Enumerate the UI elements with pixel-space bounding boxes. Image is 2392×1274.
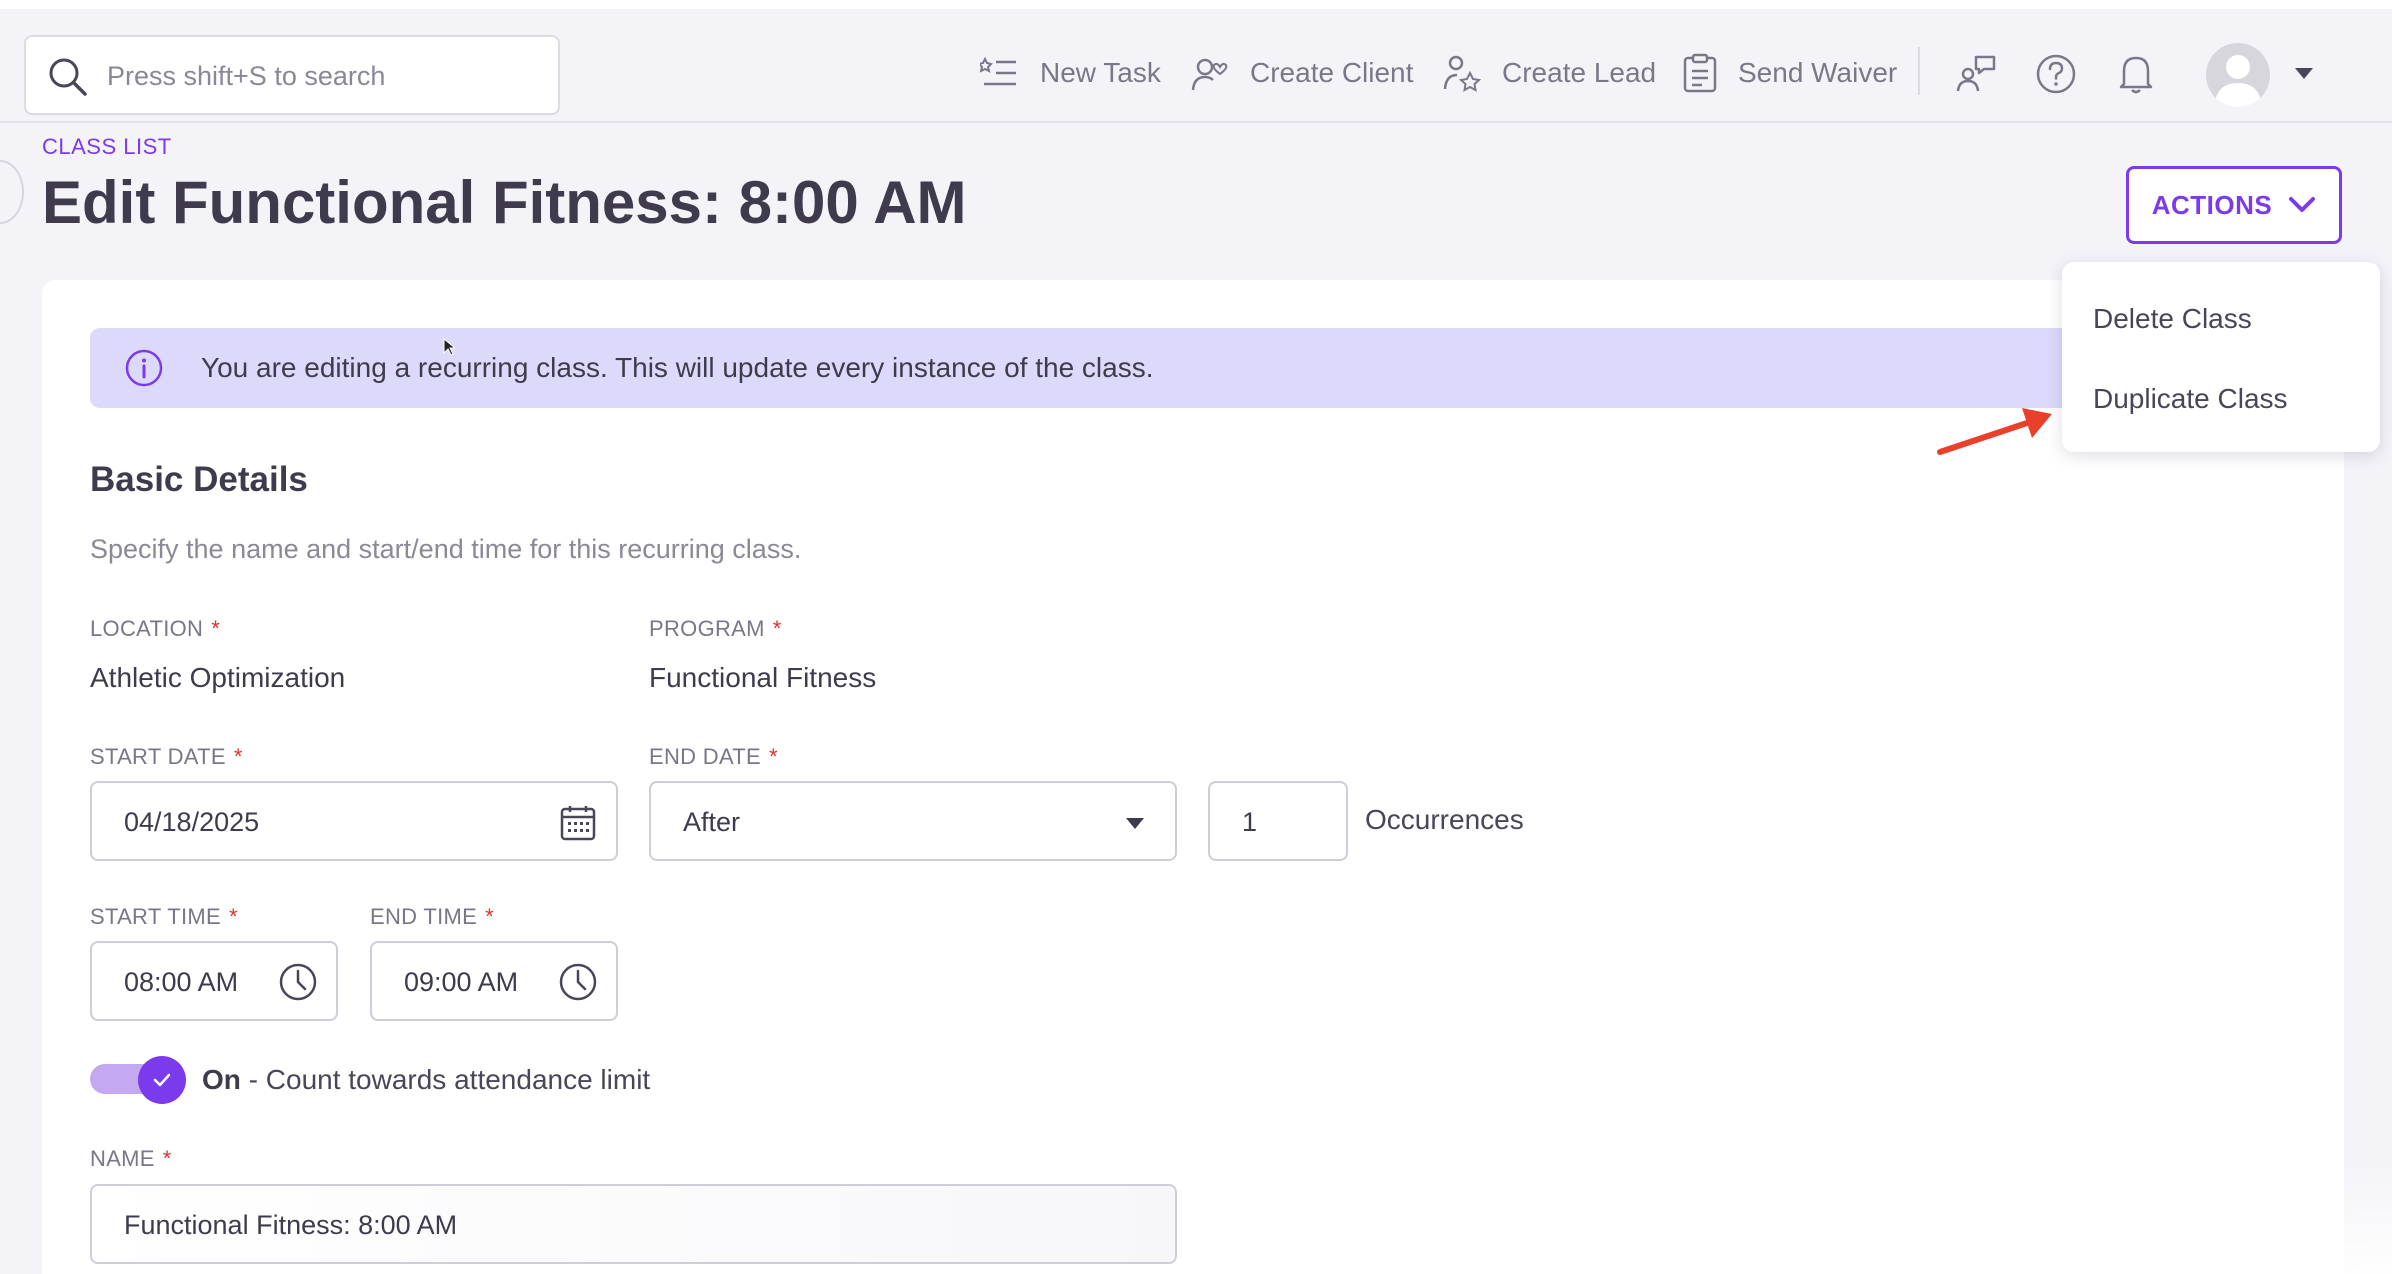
toggle-state: On (202, 1064, 241, 1095)
program-label: PROGRAM * (649, 616, 782, 642)
delete-class-menu-item[interactable]: Delete Class (2093, 303, 2252, 335)
chat-icon[interactable] (1956, 53, 1998, 95)
search-input[interactable]: Press shift+S to search (24, 35, 560, 115)
toolbar-divider (1918, 47, 1920, 95)
create-client-label: Create Client (1250, 57, 1414, 88)
mouse-cursor-icon (443, 338, 455, 356)
required-mark: * (228, 904, 238, 929)
start-time-label: START TIME * (90, 904, 238, 930)
search-icon (49, 58, 87, 96)
page-title: Edit Functional Fitness: 8:00 AM (42, 169, 967, 236)
required-mark: * (485, 904, 494, 929)
section-description: Specify the name and start/end time for … (90, 534, 802, 564)
help-icon[interactable] (2035, 53, 2077, 95)
task-list-icon (980, 56, 1016, 86)
clock-icon[interactable] (558, 962, 598, 1002)
end-time-field[interactable]: 09:00 AM (370, 941, 618, 1021)
start-date-field[interactable]: 04/18/2025 (90, 781, 618, 861)
name-input[interactable]: Functional Fitness: 8:00 AM (90, 1184, 1177, 1264)
name-label: NAME * (90, 1146, 172, 1172)
create-lead-button[interactable]: Create Lead (1442, 53, 1656, 93)
avatar[interactable] (2206, 43, 2270, 107)
end-date-select[interactable]: After (649, 781, 1177, 861)
toggle-knob (138, 1056, 186, 1104)
create-lead-label: Create Lead (1502, 57, 1657, 88)
start-date-value: 04/18/2025 (124, 807, 260, 837)
new-task-button[interactable]: New Task (980, 53, 1161, 93)
start-date-label-text: START DATE (90, 744, 226, 769)
user-avatar-icon (2214, 55, 2262, 107)
occurrences-input[interactable]: 1 (1208, 781, 1348, 861)
name-label-text: NAME (90, 1146, 155, 1171)
bottom-fade (1800, 1150, 2392, 1274)
actions-menu: Delete Class Duplicate Class (2062, 262, 2380, 452)
program-value: Functional Fitness (649, 662, 877, 693)
section-heading: Basic Details (90, 460, 308, 499)
required-mark: * (769, 744, 778, 769)
clipboard-icon (1683, 53, 1717, 93)
location-label: LOCATION * (90, 616, 220, 642)
send-waiver-button[interactable]: Send Waiver (1682, 53, 1897, 93)
required-mark: * (162, 1146, 172, 1171)
toggle-description: - Count towards attendance limit (240, 1064, 651, 1095)
end-date-label-text: END DATE (649, 744, 762, 769)
attendance-limit-text: On - Count towards attendance limit (202, 1064, 650, 1096)
back-handle[interactable] (0, 160, 24, 224)
actions-label: ACTIONS (2151, 189, 2273, 220)
end-time-label: END TIME * (370, 904, 494, 930)
required-mark: * (211, 616, 221, 641)
info-banner-text: You are editing a recurring class. This … (201, 352, 1154, 383)
name-value: Functional Fitness: 8:00 AM (124, 1210, 458, 1240)
start-time-label-text: START TIME (90, 904, 221, 929)
end-date-label: END DATE * (649, 744, 778, 770)
search-placeholder: Press shift+S to search (107, 61, 386, 91)
location-value: Athletic Optimization (90, 662, 346, 693)
breadcrumb[interactable]: CLASS LIST (42, 134, 172, 160)
info-banner: You are editing a recurring class. This … (90, 328, 2152, 408)
location-label-text: LOCATION (90, 616, 204, 641)
calendar-icon[interactable] (560, 805, 596, 841)
program-label-text: PROGRAM (649, 616, 765, 641)
attendance-limit-toggle[interactable] (90, 1056, 186, 1104)
start-date-label: START DATE * (90, 744, 243, 770)
duplicate-class-menu-item[interactable]: Duplicate Class (2093, 383, 2288, 415)
new-task-label: New Task (1040, 57, 1161, 88)
caret-down-icon (1126, 818, 1144, 829)
chevron-down-icon (2289, 197, 2316, 212)
start-time-value: 08:00 AM (124, 967, 239, 997)
annotation-arrow-icon (1937, 408, 2052, 455)
create-client-button[interactable]: Create Client (1190, 53, 1413, 93)
actions-button[interactable]: ACTIONS (2126, 166, 2342, 244)
end-date-value: After (683, 807, 741, 837)
send-waiver-label: Send Waiver (1738, 57, 1898, 88)
caret-down-icon[interactable] (2294, 66, 2314, 80)
bell-icon[interactable] (2115, 53, 2157, 95)
end-time-value: 09:00 AM (404, 967, 519, 997)
user-heart-icon (1191, 58, 1228, 91)
info-icon (125, 349, 163, 387)
required-mark: * (772, 616, 782, 641)
check-icon (153, 1073, 171, 1087)
required-mark: * (233, 744, 243, 769)
start-time-field[interactable]: 08:00 AM (90, 941, 338, 1021)
clock-icon[interactable] (278, 962, 318, 1002)
top-bar: Press shift+S to search New Task Create … (0, 0, 2392, 123)
user-star-icon (1443, 55, 1482, 92)
occurrences-value: 1 (1242, 807, 1258, 837)
occurrences-label: Occurrences (1365, 804, 1524, 835)
end-time-label-text: END TIME (370, 904, 478, 929)
